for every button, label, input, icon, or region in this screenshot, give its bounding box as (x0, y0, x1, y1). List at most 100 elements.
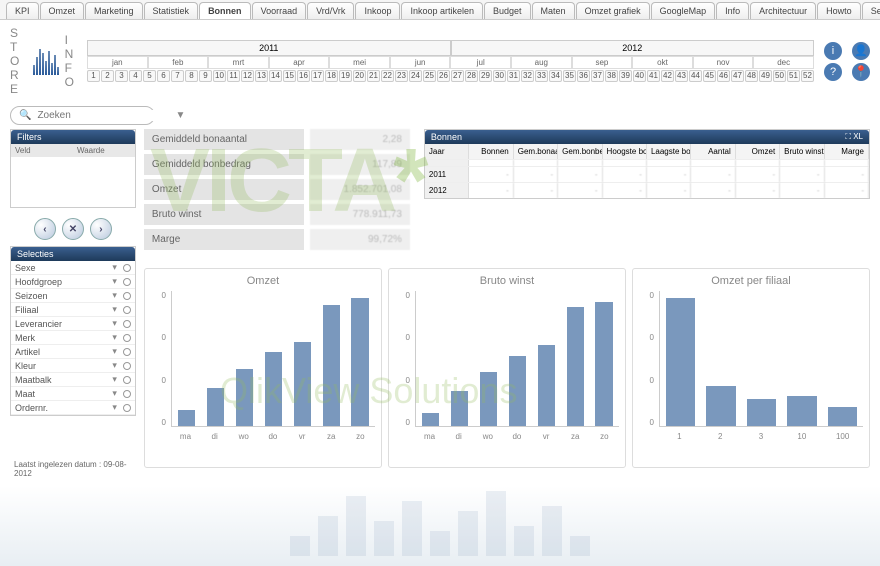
table-row[interactable]: 2011--------- (425, 166, 869, 182)
selectie-seizoen[interactable]: Seizoen▾ (11, 289, 135, 303)
chevron-down-icon[interactable]: ▼ (175, 110, 185, 121)
week-52[interactable]: 52 (801, 70, 814, 82)
month-sep[interactable]: sep (572, 56, 633, 69)
week-16[interactable]: 16 (297, 70, 310, 82)
tab-googlemap[interactable]: GoogleMap (651, 2, 716, 19)
tab-omzet-grafiek[interactable]: Omzet grafiek (576, 2, 650, 19)
tab-howto[interactable]: Howto (817, 2, 861, 19)
bonnen-col-header[interactable]: Bonnen (469, 144, 513, 159)
week-4[interactable]: 4 (129, 70, 142, 82)
tab-inkoop[interactable]: Inkoop (355, 2, 400, 19)
week-14[interactable]: 14 (269, 70, 282, 82)
bonnen-col-header[interactable]: Gem.bonaant... (514, 144, 558, 159)
month-apr[interactable]: apr (269, 56, 330, 69)
nav-clear-button[interactable]: ✕ (62, 218, 84, 240)
week-11[interactable]: 11 (227, 70, 240, 82)
week-46[interactable]: 46 (717, 70, 730, 82)
week-18[interactable]: 18 (325, 70, 338, 82)
selectie-artikel[interactable]: Artikel▾ (11, 345, 135, 359)
selectie-leverancier[interactable]: Leverancier▾ (11, 317, 135, 331)
week-23[interactable]: 23 (395, 70, 408, 82)
week-17[interactable]: 17 (311, 70, 324, 82)
bonnen-col-header[interactable]: Marge (825, 144, 869, 159)
week-7[interactable]: 7 (171, 70, 184, 82)
week-19[interactable]: 19 (339, 70, 352, 82)
month-dec[interactable]: dec (753, 56, 814, 69)
selectie-sexe[interactable]: Sexe▾ (11, 261, 135, 275)
week-31[interactable]: 31 (507, 70, 520, 82)
week-1[interactable]: 1 (87, 70, 100, 82)
week-43[interactable]: 43 (675, 70, 688, 82)
bonnen-col-header[interactable]: Gem.bonbedrag (558, 144, 602, 159)
location-icon[interactable]: 📍 (852, 63, 870, 81)
selectie-kleur[interactable]: Kleur▾ (11, 359, 135, 373)
selectie-merk[interactable]: Merk▾ (11, 331, 135, 345)
week-45[interactable]: 45 (703, 70, 716, 82)
nav-prev-button[interactable]: ‹ (34, 218, 56, 240)
selectie-filiaal[interactable]: Filiaal▾ (11, 303, 135, 317)
tab-inkoop-artikelen[interactable]: Inkoop artikelen (401, 2, 483, 19)
week-9[interactable]: 9 (199, 70, 212, 82)
week-34[interactable]: 34 (549, 70, 562, 82)
week-20[interactable]: 20 (353, 70, 366, 82)
week-26[interactable]: 26 (437, 70, 450, 82)
week-51[interactable]: 51 (787, 70, 800, 82)
bonnen-col-header[interactable]: Omzet (736, 144, 780, 159)
week-21[interactable]: 21 (367, 70, 380, 82)
week-28[interactable]: 28 (465, 70, 478, 82)
week-2[interactable]: 2 (101, 70, 114, 82)
week-15[interactable]: 15 (283, 70, 296, 82)
week-39[interactable]: 39 (619, 70, 632, 82)
tab-settings[interactable]: Settings (862, 2, 880, 19)
year-2011[interactable]: 2011 (87, 40, 451, 56)
month-jan[interactable]: jan (87, 56, 148, 69)
week-3[interactable]: 3 (115, 70, 128, 82)
month-aug[interactable]: aug (511, 56, 572, 69)
tab-statistiek[interactable]: Statistiek (144, 2, 199, 19)
info-icon[interactable]: i (824, 42, 842, 60)
week-25[interactable]: 25 (423, 70, 436, 82)
tab-omzet[interactable]: Omzet (40, 2, 85, 19)
selectie-ordernr.[interactable]: Ordernr.▾ (11, 401, 135, 415)
tab-bonnen[interactable]: Bonnen (199, 2, 251, 19)
week-49[interactable]: 49 (759, 70, 772, 82)
week-13[interactable]: 13 (255, 70, 268, 82)
week-42[interactable]: 42 (661, 70, 674, 82)
help-icon[interactable]: ? (824, 63, 842, 81)
month-okt[interactable]: okt (632, 56, 693, 69)
tab-voorraad[interactable]: Voorraad (252, 2, 307, 19)
week-40[interactable]: 40 (633, 70, 646, 82)
month-nov[interactable]: nov (693, 56, 754, 69)
bonnen-col-header[interactable]: Jaar (425, 144, 469, 159)
tab-maten[interactable]: Maten (532, 2, 575, 19)
table-row[interactable] (425, 159, 869, 166)
tab-vrd-vrk[interactable]: Vrd/Vrk (307, 2, 354, 19)
bonnen-col-header[interactable]: Laagste bon (647, 144, 691, 159)
week-36[interactable]: 36 (577, 70, 590, 82)
week-35[interactable]: 35 (563, 70, 576, 82)
search-input[interactable] (37, 110, 169, 121)
year-2012[interactable]: 2012 (451, 40, 815, 56)
week-38[interactable]: 38 (605, 70, 618, 82)
week-48[interactable]: 48 (745, 70, 758, 82)
nav-next-button[interactable]: › (90, 218, 112, 240)
selectie-hoofdgroep[interactable]: Hoofdgroep▾ (11, 275, 135, 289)
week-41[interactable]: 41 (647, 70, 660, 82)
week-8[interactable]: 8 (185, 70, 198, 82)
bonnen-col-header[interactable]: Bruto winst (780, 144, 824, 159)
month-jul[interactable]: jul (450, 56, 511, 69)
tab-info[interactable]: Info (716, 2, 749, 19)
panel-tools-icon[interactable]: ⛶ XL (845, 132, 863, 142)
bonnen-col-header[interactable]: Hoogste bon (603, 144, 647, 159)
tab-kpi[interactable]: KPI (6, 2, 39, 19)
week-33[interactable]: 33 (535, 70, 548, 82)
week-22[interactable]: 22 (381, 70, 394, 82)
week-37[interactable]: 37 (591, 70, 604, 82)
week-44[interactable]: 44 (689, 70, 702, 82)
week-30[interactable]: 30 (493, 70, 506, 82)
bonnen-col-header[interactable]: Aantal (691, 144, 735, 159)
tab-budget[interactable]: Budget (484, 2, 531, 19)
month-mrt[interactable]: mrt (208, 56, 269, 69)
week-47[interactable]: 47 (731, 70, 744, 82)
selectie-maatbalk[interactable]: Maatbalk▾ (11, 373, 135, 387)
